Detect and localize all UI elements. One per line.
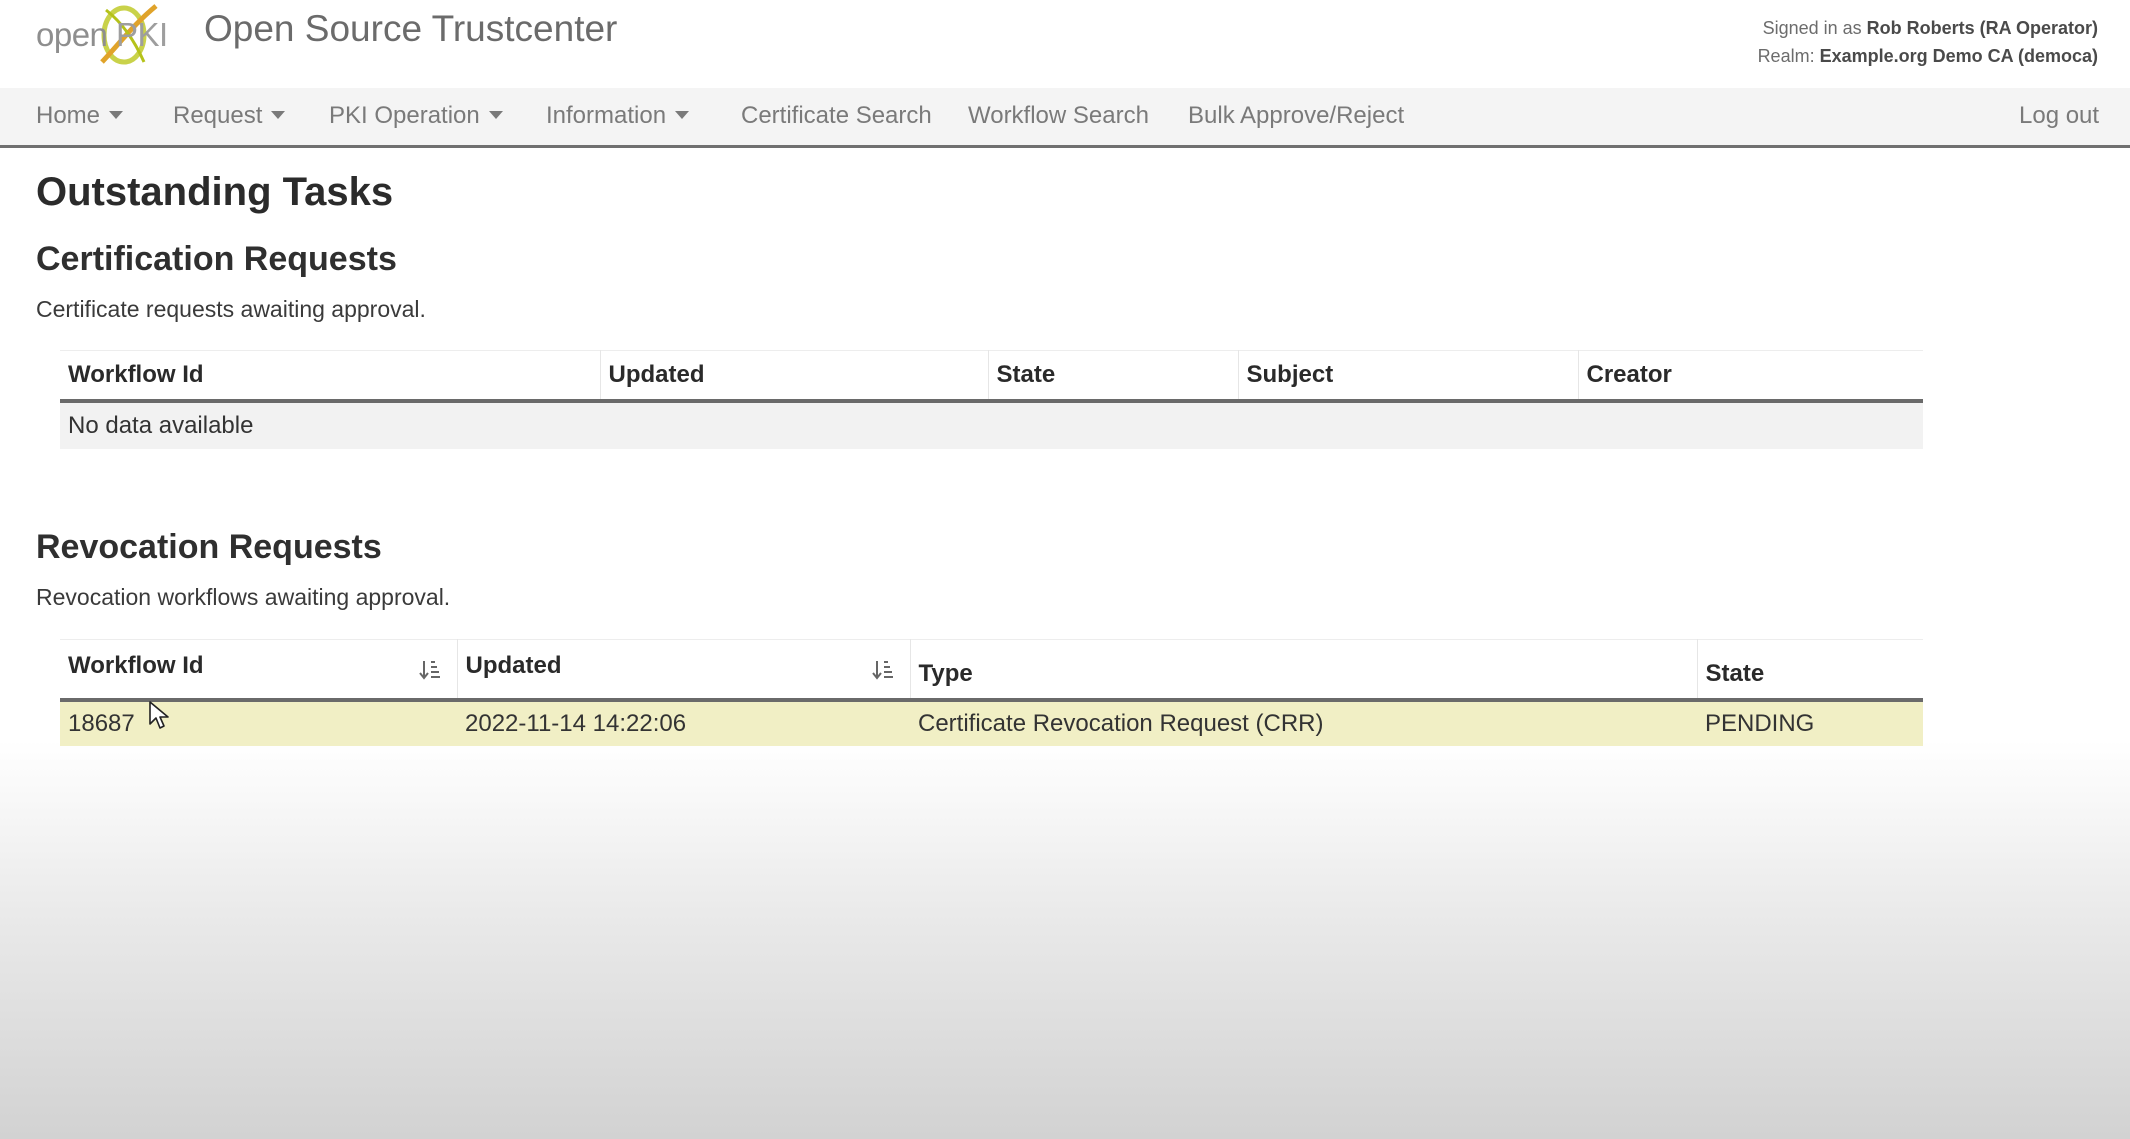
- cell-updated: 2022-11-14 14:22:06: [457, 699, 910, 746]
- revocation-requests-description: Revocation workflows awaiting approval.: [36, 584, 451, 610]
- certification-requests-table: Workflow Id Updated State Subject Creato…: [60, 350, 1923, 449]
- certification-requests-description: Certificate requests awaiting approval.: [36, 296, 426, 322]
- column-header-updated[interactable]: Updated: [456, 639, 910, 702]
- certification-requests-heading: Certification Requests: [36, 240, 397, 278]
- user-name: Rob Roberts (RA Operator): [1866, 18, 2098, 38]
- table-header-row: Workflow Id Updated Type State: [60, 639, 1923, 702]
- caret-down-icon: [488, 111, 503, 119]
- column-header-workflow-id-label: Workflow Id: [68, 652, 204, 679]
- logo-text-pki: PKI: [116, 16, 168, 53]
- column-header-state[interactable]: State: [1696, 639, 1923, 702]
- table-header-row: Workflow Id Updated State Subject Creato…: [60, 350, 1923, 403]
- caret-down-icon: [109, 111, 124, 119]
- openpki-logo[interactable]: open PKI: [36, 4, 171, 66]
- column-header-workflow-id[interactable]: Workflow Id: [60, 350, 600, 403]
- nav-information-label: Information: [546, 102, 667, 129]
- nav-home-label: Home: [36, 102, 101, 129]
- main-navbar: Home Request PKI Operation Information C…: [0, 88, 2130, 148]
- page-title: Outstanding Tasks: [36, 170, 394, 214]
- column-header-updated-label: Updated: [465, 652, 562, 679]
- realm-line: Realm: Example.org Demo CA (democa): [1758, 42, 2098, 70]
- column-header-creator[interactable]: Creator: [1577, 350, 1923, 403]
- sort-ascending-icon[interactable]: [418, 658, 441, 682]
- nav-pki-operation-menu[interactable]: PKI Operation: [329, 102, 503, 130]
- revocation-requests-heading: Revocation Requests: [36, 528, 382, 566]
- caret-down-icon: [271, 111, 286, 119]
- app-title: Open Source Trustcenter: [204, 8, 618, 49]
- nav-workflow-search-link[interactable]: Workflow Search: [968, 102, 1149, 130]
- nav-request-label: Request: [173, 102, 263, 129]
- cell-workflow-id[interactable]: 18687: [60, 699, 457, 746]
- sort-ascending-icon[interactable]: [871, 658, 894, 682]
- signed-in-line: Signed in as Rob Roberts (RA Operator): [1758, 14, 2098, 42]
- mouse-pointer-icon: [149, 701, 169, 729]
- column-header-workflow-id[interactable]: Workflow Id: [60, 639, 457, 702]
- signed-in-prefix: Signed in as: [1762, 18, 1862, 38]
- caret-down-icon: [675, 111, 690, 119]
- nav-request-menu[interactable]: Request: [173, 102, 286, 130]
- nav-certificate-search-link[interactable]: Certificate Search: [741, 102, 932, 130]
- column-header-subject[interactable]: Subject: [1237, 350, 1578, 403]
- cell-state: PENDING: [1697, 699, 1923, 746]
- revocation-requests-table: Workflow Id Updated Type State 18687 202…: [60, 639, 1923, 746]
- table-row-empty: No data available: [60, 400, 1923, 449]
- column-header-updated[interactable]: Updated: [599, 350, 988, 403]
- no-data-message: No data available: [60, 400, 1923, 449]
- realm-prefix: Realm:: [1757, 46, 1815, 66]
- nav-home-menu[interactable]: Home: [36, 102, 124, 130]
- table-row[interactable]: 18687 2022-11-14 14:22:06 Certificate Re…: [60, 699, 1923, 746]
- nav-information-menu[interactable]: Information: [546, 102, 690, 130]
- nav-pki-operation-label: PKI Operation: [329, 102, 480, 129]
- logo-text-open: open: [36, 16, 108, 53]
- logout-link[interactable]: Log out: [2019, 102, 2099, 130]
- header: open PKI Open Source Trustcenter Signed …: [0, 0, 2130, 88]
- column-header-type[interactable]: Type: [909, 639, 1697, 702]
- user-info: Signed in as Rob Roberts (RA Operator) R…: [1758, 14, 2098, 70]
- nav-bulk-approve-reject-link[interactable]: Bulk Approve/Reject: [1188, 102, 1404, 130]
- cell-type: Certificate Revocation Request (CRR): [910, 699, 1697, 746]
- realm-name: Example.org Demo CA (democa): [1819, 46, 2098, 66]
- column-header-state[interactable]: State: [987, 350, 1238, 403]
